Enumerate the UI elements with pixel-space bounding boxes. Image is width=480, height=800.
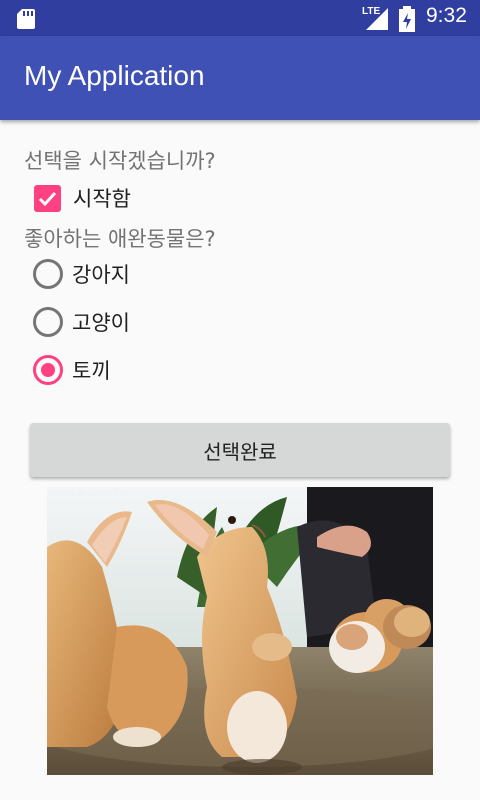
radio-label-rabbit: 토끼 [72, 359, 111, 383]
submit-button[interactable]: 선택완료 [30, 423, 450, 477]
pet-image: Images By Cutest Paw [47, 487, 433, 775]
checkmark-icon [38, 191, 57, 206]
app-bar: My Application [0, 36, 480, 120]
start-checkbox-row[interactable]: 시작함 [24, 178, 131, 218]
photo-credit: Images By Cutest Paw [49, 488, 130, 497]
radio-button-rabbit[interactable] [33, 355, 63, 385]
radio-label-dog: 강아지 [72, 263, 130, 287]
signal-icon [366, 8, 388, 30]
battery-icon [399, 6, 415, 32]
status-time: 9:32 [426, 4, 467, 27]
radio-button-cat[interactable] [33, 307, 63, 337]
start-checkbox[interactable] [34, 184, 61, 212]
radio-option-rabbit[interactable]: 토끼 [24, 348, 111, 392]
radio-label-cat: 고양이 [72, 311, 130, 335]
status-bar: LTE 9:32 [0, 0, 480, 36]
pet-prompt: 좋아하는 애완동물은? [24, 227, 216, 251]
radio-button-dog[interactable] [33, 259, 63, 289]
radio-option-cat[interactable]: 고양이 [24, 300, 130, 344]
rabbit-photo [47, 487, 433, 775]
sd-card-icon [17, 9, 35, 29]
app-title: My Application [24, 60, 205, 91]
radio-option-dog[interactable]: 강아지 [24, 252, 130, 296]
start-checkbox-label: 시작함 [73, 187, 131, 211]
start-prompt: 선택을 시작겠습니까? [24, 149, 216, 173]
